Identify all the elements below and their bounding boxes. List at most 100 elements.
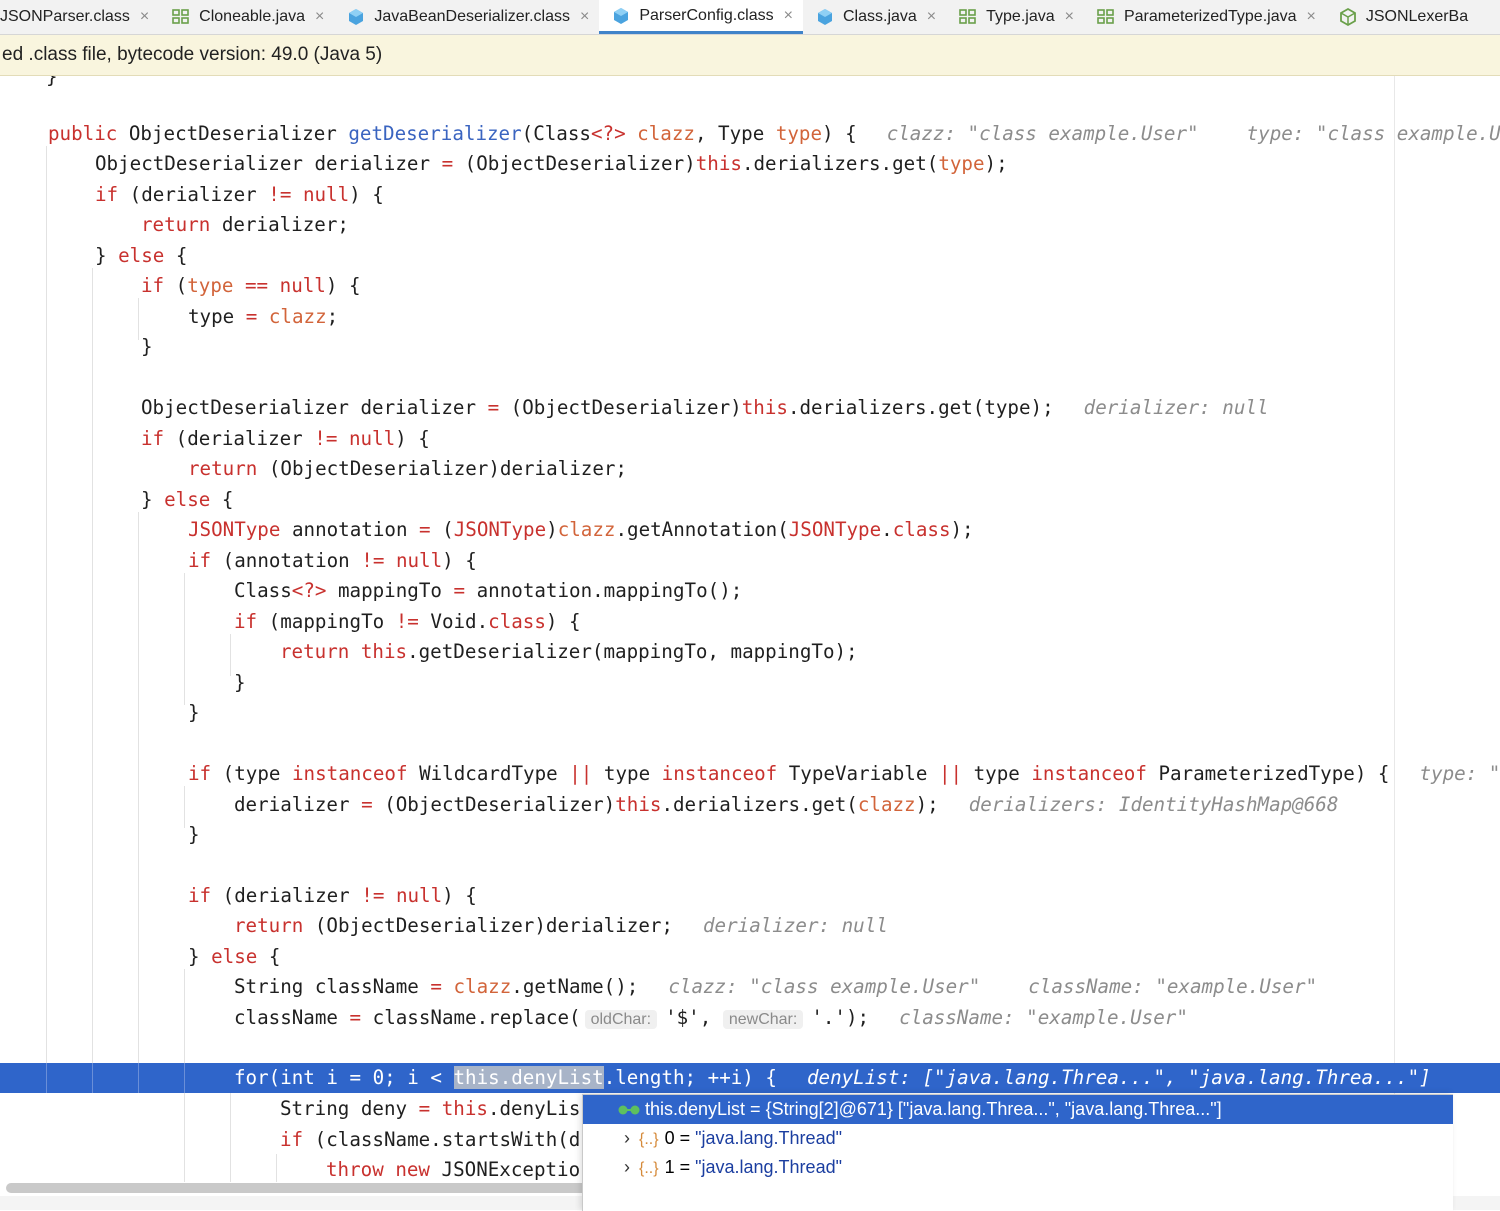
code-line: return this.getDeserializer(mappingTo, m…: [280, 640, 858, 663]
code-line: if (type instanceof WildcardType || type…: [188, 762, 1500, 785]
code-line: } else {: [95, 244, 188, 267]
indent-guide: [92, 268, 93, 1063]
inline-value-hint: derializers: IdentityHashMap@668: [968, 793, 1339, 816]
interface-icon: [959, 9, 976, 24]
chevron-right-icon[interactable]: ›: [617, 1153, 637, 1182]
horizontal-scrollbar[interactable]: [6, 1183, 626, 1193]
inline-value-hint: derializer: null: [702, 914, 888, 937]
code-line: if (mappingTo != Void.class) {: [234, 610, 581, 633]
inline-value-hint: type: "class example.U: [1246, 122, 1500, 145]
inline-value-hint: clazz: "class example.User": [668, 975, 981, 998]
close-icon[interactable]: ×: [1065, 8, 1074, 26]
decompiled-file-banner: ed .class file, bytecode version: 49.0 (…: [0, 35, 1500, 76]
tab-class-java[interactable]: Class.java ×: [803, 0, 946, 34]
tab-jsonlexerbase[interactable]: JSONLexerBa: [1326, 0, 1478, 34]
tab-type-java[interactable]: Type.java ×: [946, 0, 1084, 34]
code-line: } else {: [141, 488, 234, 511]
array-element-icon: {..}: [639, 1160, 659, 1177]
tab-label: JSONLexerBa: [1365, 8, 1469, 25]
right-margin-guide: [1394, 76, 1395, 1182]
close-icon[interactable]: ×: [580, 8, 589, 26]
close-icon[interactable]: ×: [315, 8, 324, 26]
code-line: public ObjectDeserializer getDeserialize…: [48, 122, 1500, 145]
code-line: if (type == null) {: [141, 274, 361, 297]
code-line: }: [141, 335, 153, 358]
code-line: type = clazz;: [188, 305, 339, 328]
code-line: if (annotation != null) {: [188, 549, 477, 572]
popup-root-text: this.denyList = {String[2]@671} ["java.l…: [645, 1099, 1222, 1119]
code-line: if (derializer != null) {: [188, 884, 477, 907]
class-icon: [614, 7, 629, 24]
debugger-value-popup[interactable]: this.denyList = {String[2]@671} ["java.l…: [582, 1094, 1453, 1211]
indent-guide: [184, 786, 185, 828]
code-line: ObjectDeserializer derializer = (ObjectD…: [95, 152, 1008, 175]
close-icon[interactable]: ×: [784, 7, 793, 25]
inline-value-hint: type: ": [1419, 762, 1500, 785]
selected-expression[interactable]: this.denyList: [453, 1066, 604, 1089]
current-execution-line[interactable]: for(int i = 0; i < this.denyList.length;…: [0, 1063, 1500, 1093]
editor-tab-bar: JSONParser.class × Cloneable.java × Java…: [0, 0, 1500, 35]
code-line: Class<?> mappingTo = annotation.mappingT…: [234, 579, 743, 602]
code-line: } else {: [188, 945, 281, 968]
parameter-hint: oldChar:: [584, 1010, 658, 1029]
code-line: if (derializer != null) {: [141, 427, 430, 450]
class-icon: [349, 9, 364, 25]
code-line: JSONType annotation = (JSONType)clazz.ge…: [188, 518, 974, 541]
popup-item[interactable]: › {..} 1 = "java.lang.Thread": [583, 1153, 842, 1182]
tab-label: ParserConfig.class: [639, 6, 774, 24]
tab-label: ParameterizedType.java: [1123, 8, 1297, 25]
indent-guide: [138, 512, 139, 1063]
chevron-right-icon[interactable]: ›: [617, 1124, 637, 1153]
inline-value-hint: denyList: ["java.lang.Threa...", "java.l…: [806, 1066, 1431, 1089]
tab-javabeandeserializer-class[interactable]: JavaBeanDeserializer.class ×: [334, 0, 599, 34]
close-icon[interactable]: ×: [927, 8, 936, 26]
tab-label: Type.java: [986, 8, 1055, 25]
close-icon[interactable]: ×: [1307, 8, 1316, 26]
close-icon[interactable]: ×: [140, 8, 149, 26]
indent-guide: [138, 298, 139, 340]
class-icon: [817, 9, 832, 25]
tab-parameterizedtype-java[interactable]: ParameterizedType.java ×: [1084, 0, 1326, 34]
code-line: return derializer;: [141, 213, 349, 236]
code-line: }: [46, 76, 58, 88]
inline-value-hint: className: "example.User": [1028, 975, 1318, 998]
indent-guide: [230, 1093, 231, 1182]
banner-text: ed .class file, bytecode version: 49.0 (…: [2, 44, 383, 65]
popup-item[interactable]: › {..} 0 = "java.lang.Thread": [583, 1124, 842, 1153]
code-line: String className = clazz.getName(); clazz…: [234, 975, 1318, 998]
array-element-icon: {..}: [639, 1131, 659, 1148]
code-line: }: [188, 823, 200, 846]
code-line: }: [234, 671, 246, 694]
tab-parserconfig-class[interactable]: ParserConfig.class ×: [599, 0, 803, 34]
popup-item-index: 1: [664, 1157, 675, 1177]
code-editor[interactable]: } public ObjectDeserializer getDeseriali…: [0, 76, 1500, 1182]
indent-guide: [276, 1154, 277, 1182]
code-line: }: [188, 701, 200, 724]
indent-guide: [184, 573, 185, 705]
code-line: derializer = (ObjectDeserializer)this.de…: [234, 793, 1339, 816]
code-line: className = className.replace(oldChar: '$…: [234, 1006, 1188, 1029]
tab-jsonparser-class[interactable]: JSONParser.class ×: [0, 0, 159, 34]
code-line: for(int i = 0; i < this.denyList.length;…: [234, 1066, 1431, 1089]
code-line: return (ObjectDeserializer)derializer;: [188, 457, 627, 480]
code-line: if (derializer != null) {: [95, 183, 384, 206]
indent-guide: [46, 146, 47, 1063]
code-line: String deny = this.denyLis: [280, 1097, 581, 1120]
tab-cloneable-java[interactable]: Cloneable.java ×: [159, 0, 334, 34]
inline-value-hint: clazz: "class example.User": [886, 122, 1199, 145]
popup-item-index: 0: [664, 1128, 675, 1148]
watch-glasses-icon: [618, 1105, 640, 1115]
abstract-class-icon: [1339, 7, 1356, 27]
popup-root-node[interactable]: this.denyList = {String[2]@671} ["java.l…: [583, 1095, 1453, 1124]
indent-guide: [230, 634, 231, 676]
inline-value-hint: derializer: null: [1083, 396, 1269, 419]
tab-label: Cloneable.java: [199, 8, 306, 25]
tab-label: Class.java: [842, 8, 917, 25]
code-line: ObjectDeserializer derializer = (ObjectD…: [141, 396, 1269, 419]
interface-icon: [1097, 9, 1114, 24]
parameter-hint: newChar:: [722, 1010, 804, 1029]
tab-label: JSONParser.class: [0, 8, 130, 25]
code-line: if (className.startsWith(d: [280, 1128, 581, 1151]
tab-label: JavaBeanDeserializer.class: [374, 8, 571, 25]
interface-icon: [172, 9, 189, 24]
